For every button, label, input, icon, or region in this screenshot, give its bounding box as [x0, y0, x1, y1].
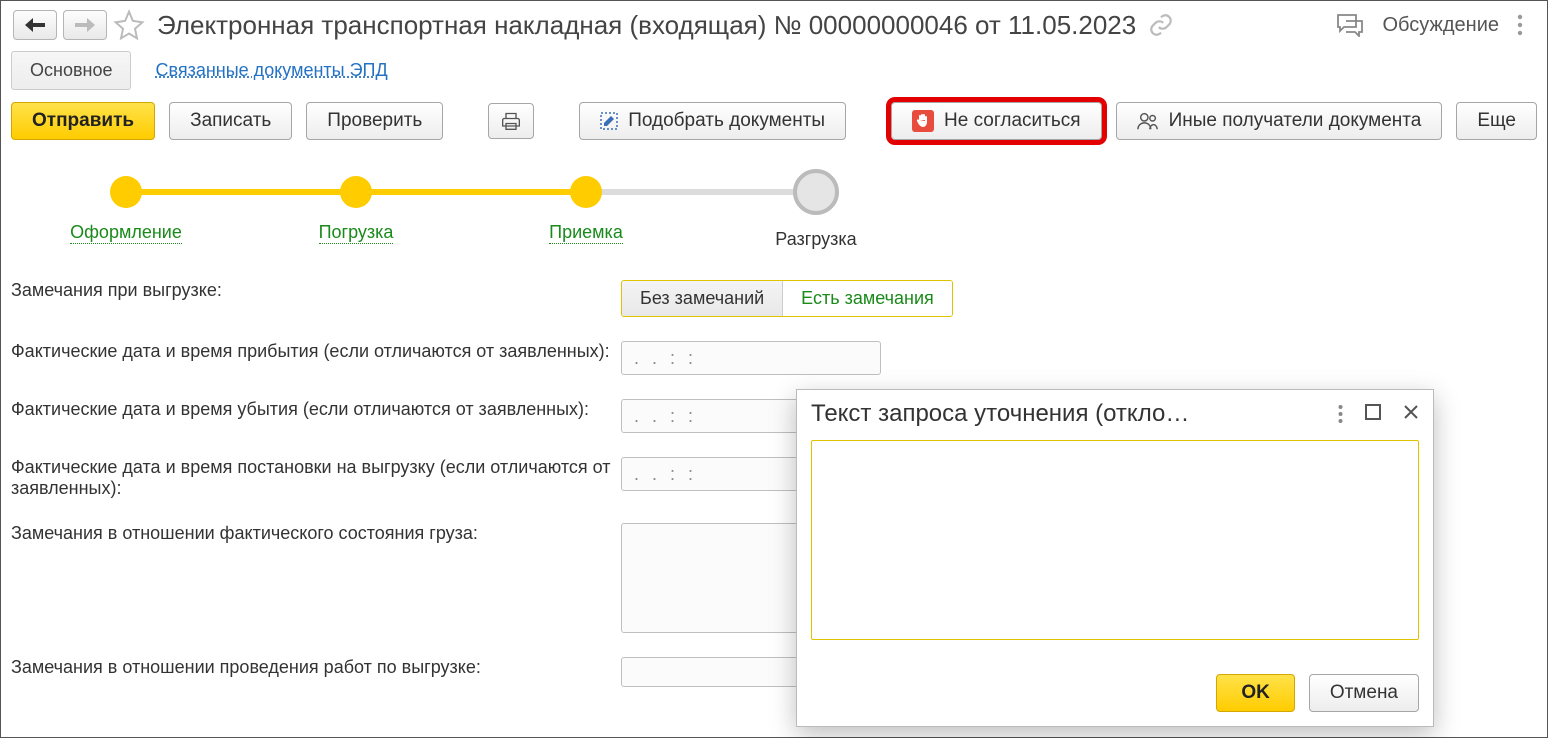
dialog-maximize-icon[interactable]: [1365, 404, 1381, 424]
tab-related-documents[interactable]: Связанные документы ЭПД: [155, 60, 387, 81]
label-remarks-unload: Замечания при выгрузке:: [11, 280, 611, 301]
dialog-cancel-button[interactable]: Отмена: [1309, 674, 1419, 712]
disagree-button[interactable]: Не согласиться: [891, 102, 1102, 140]
arrow-right-icon: [75, 18, 95, 32]
other-recipients-button[interactable]: Иные получатели документа: [1116, 102, 1443, 140]
toolbar: Отправить Записать Проверить Подобрать д…: [1, 96, 1547, 146]
clarification-textarea[interactable]: [811, 440, 1419, 640]
tab-main[interactable]: Основное: [11, 51, 131, 90]
save-button[interactable]: Записать: [169, 102, 292, 140]
dialog-header: Текст запроса уточнения (откло…: [797, 390, 1433, 432]
step-loading-label[interactable]: Погрузка: [319, 222, 394, 244]
print-button[interactable]: [488, 103, 534, 139]
arrival-datetime-input[interactable]: . . : :: [621, 341, 881, 375]
seg-no-remarks[interactable]: Без замечаний: [622, 281, 783, 316]
step-unloading-label: Разгрузка: [775, 229, 856, 250]
kebab-menu-icon[interactable]: [1517, 13, 1523, 37]
label-positioning: Фактические дата и время постановки на в…: [11, 457, 611, 499]
select-documents-label: Подобрать документы: [628, 110, 825, 132]
label-arrival: Фактические дата и время прибытия (если …: [11, 341, 611, 362]
label-work-state: Замечания в отношении проведения работ п…: [11, 657, 611, 678]
positioning-datetime-input[interactable]: . . : :: [621, 457, 801, 491]
step-dot-current-icon: [793, 169, 839, 215]
select-documents-button[interactable]: Подобрать документы: [579, 102, 846, 140]
nav-back-button[interactable]: [13, 10, 57, 40]
printer-icon: [501, 111, 521, 131]
nav-forward-button[interactable]: [63, 10, 107, 40]
select-square-icon: [600, 112, 618, 130]
link-icon[interactable]: [1148, 12, 1174, 38]
clarification-dialog: Текст запроса уточнения (откло… OK Отмен…: [796, 389, 1434, 727]
step-dot-icon: [340, 176, 372, 208]
people-icon: [1137, 111, 1159, 131]
cargo-state-textarea[interactable]: [621, 523, 801, 633]
step-dot-icon: [570, 176, 602, 208]
step-dot-icon: [110, 176, 142, 208]
seg-has-remarks[interactable]: Есть замечания: [783, 281, 952, 316]
step-acceptance: Приемка: [471, 176, 701, 244]
nav-tabs: Основное Связанные документы ЭПД: [1, 47, 1547, 96]
stop-hand-icon: [912, 110, 934, 132]
step-unloading: Разгрузка: [701, 176, 931, 250]
other-recipients-label: Иные получатели документа: [1169, 110, 1422, 132]
favorite-star-icon[interactable]: [113, 9, 145, 41]
discussion-label[interactable]: Обсуждение: [1382, 14, 1499, 37]
work-state-textarea[interactable]: [621, 657, 801, 687]
dialog-ok-button[interactable]: OK: [1216, 674, 1295, 712]
step-loading: Погрузка: [241, 176, 471, 244]
label-cargo-state: Замечания в отношении фактического состо…: [11, 523, 611, 544]
dialog-kebab-icon[interactable]: [1338, 404, 1343, 424]
step-acceptance-label[interactable]: Приемка: [549, 222, 623, 244]
label-departure: Фактические дата и время убытия (если от…: [11, 399, 611, 420]
departure-datetime-input[interactable]: . . : :: [621, 399, 801, 433]
dialog-title: Текст запроса уточнения (откло…: [811, 400, 1328, 428]
header-bar: Электронная транспортная накладная (вход…: [1, 1, 1547, 47]
arrow-left-icon: [25, 18, 45, 32]
page-title: Электронная транспортная накладная (вход…: [157, 10, 1136, 41]
dialog-close-icon[interactable]: [1403, 404, 1419, 424]
process-steps: Оформление Погрузка Приемка Разгрузка: [1, 146, 1547, 260]
send-button[interactable]: Отправить: [11, 102, 155, 140]
check-button[interactable]: Проверить: [306, 102, 443, 140]
more-button[interactable]: Еще: [1456, 102, 1537, 140]
discussion-icon[interactable]: [1336, 13, 1364, 37]
disagree-label: Не согласиться: [944, 110, 1081, 132]
remarks-segmented-control: Без замечаний Есть замечания: [621, 280, 953, 317]
step-registration-label[interactable]: Оформление: [70, 222, 182, 244]
step-registration: Оформление: [11, 176, 241, 244]
